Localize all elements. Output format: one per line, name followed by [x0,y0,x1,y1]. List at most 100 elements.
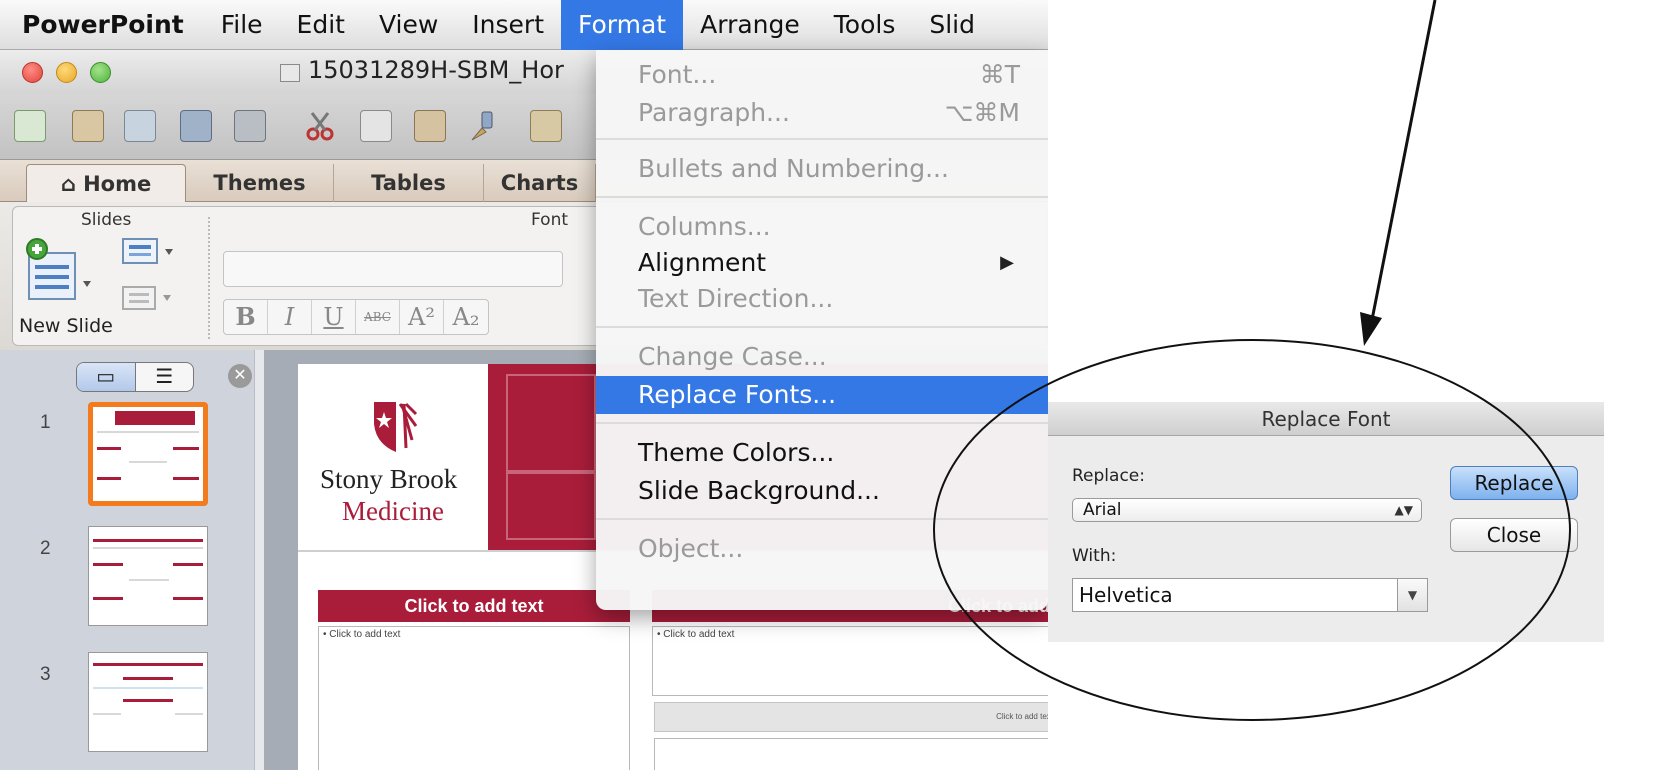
new-slide-icon [26,238,91,300]
tab-tables[interactable]: Tables [334,164,484,202]
slides-view-icon[interactable]: ▭ [77,363,136,391]
italic-button[interactable]: I [268,300,312,334]
subscript-button[interactable]: A₂ [444,300,488,334]
underline-button[interactable]: U [312,300,356,334]
tab-home[interactable]: ⌂ Home [26,164,186,202]
slide-number: 1 [40,412,51,433]
with-label: With: [1072,546,1117,566]
column-header-left[interactable]: Click to add text [318,590,630,622]
slide-thumbnail-1[interactable] [88,402,208,506]
layout-button[interactable] [121,237,179,267]
section-icon [122,286,171,310]
replace-font-dialog: Replace Font Replace: Arial ▲▼ With: Hel… [1048,402,1604,642]
slides-pane: ▭ ☰ ✕ 1 2 3 [0,350,264,770]
open-icon[interactable] [124,110,156,142]
header-placeholder[interactable] [506,374,596,472]
font-name-box[interactable] [223,251,563,287]
close-pane-icon[interactable]: ✕ [228,364,252,388]
menu-slide[interactable]: Slid [912,0,992,50]
new-slide-button[interactable] [23,235,93,309]
copy-icon[interactable] [360,110,392,142]
menu-tools[interactable]: Tools [817,0,913,50]
tab-charts[interactable]: Charts [484,164,596,202]
menu-item-alignment[interactable]: Alignment ▶ [596,244,1048,282]
minimize-window-button[interactable] [56,62,77,83]
cut-icon[interactable] [304,110,336,142]
print-icon[interactable] [234,110,266,142]
shield-logo-icon [374,402,418,452]
menu-item-bullets-numbering[interactable]: Bullets and Numbering... [596,150,1048,188]
bold-button[interactable]: B [224,300,268,334]
menu-item-replace-fonts[interactable]: Replace Fonts... [596,376,1048,414]
new-presentation-icon[interactable] [14,110,46,142]
menu-file[interactable]: File [204,0,280,50]
gallery-icon[interactable] [72,110,104,142]
zoom-window-button[interactable] [90,62,111,83]
chevron-down-icon[interactable]: ▼ [1397,579,1427,611]
shortcut-label: ⌥⌘M [944,98,1020,127]
slide-thumbnail-2[interactable] [88,526,208,626]
undo-icon[interactable] [530,110,562,142]
menu-format[interactable]: Format [561,0,684,50]
format-painter-icon[interactable] [468,110,500,142]
dialog-title: Replace Font [1048,402,1604,436]
logo-area: Stony Brook Medicine [298,364,488,550]
paste-icon[interactable] [414,110,446,142]
home-icon: ⌂ [60,172,84,196]
menu-app-powerpoint[interactable]: PowerPoint [0,0,204,50]
text-placeholder-right[interactable]: • Click to add text [652,626,1048,696]
document-icon [280,64,300,82]
group-label-slides: Slides [81,210,132,230]
menu-item-theme-colors[interactable]: Theme Colors... [596,434,1048,472]
annotation-arrow [1368,0,1437,331]
menu-item-slide-background[interactable]: Slide Background... [596,472,1048,510]
header-placeholder[interactable] [506,472,596,540]
menu-separator [596,196,1048,198]
window-title: 15031289H-SBM_Hor [308,56,564,84]
close-button[interactable]: Close [1450,518,1578,552]
replace-label: Replace: [1072,466,1145,486]
annotation-arrowhead [1360,312,1382,346]
save-icon[interactable] [180,110,212,142]
shortcut-label: ⌘T [979,60,1020,89]
superscript-button[interactable]: A² [400,300,444,334]
menu-bar: PowerPoint File Edit View Insert Format … [0,0,1048,50]
strikethrough-button[interactable]: ABC [356,300,400,334]
replace-font-value: Arial [1083,500,1122,520]
slides-pane-scrollbar[interactable] [254,350,264,770]
select-arrows-icon: ▲▼ [1394,503,1413,517]
menu-item-object[interactable]: Object... [596,530,1048,568]
text-placeholder-bar[interactable]: Click to add text [654,702,1048,732]
menu-separator [596,326,1048,328]
slide-number: 3 [40,664,51,685]
menu-separator [596,138,1048,140]
menu-arrange[interactable]: Arrange [683,0,817,50]
menu-insert[interactable]: Insert [455,0,561,50]
replace-button[interactable]: Replace [1450,466,1578,500]
menu-separator [596,518,1048,520]
menu-item-columns[interactable]: Columns... [596,208,1048,246]
text-placeholder-bottom[interactable] [654,738,1048,770]
menu-view[interactable]: View [362,0,455,50]
format-menu-dropdown: Font... ⌘T Paragraph... ⌥⌘M Bullets and … [596,50,1048,610]
menu-edit[interactable]: Edit [280,0,362,50]
menu-item-change-case[interactable]: Change Case... [596,338,1048,376]
close-window-button[interactable] [22,62,43,83]
menu-item-paragraph[interactable]: Paragraph... ⌥⌘M [596,94,1048,132]
section-button[interactable] [121,283,179,313]
font-format-buttons: B I U ABC A² A₂ [223,299,489,335]
with-font-combobox[interactable]: Helvetica ▼ [1072,578,1428,612]
tab-themes[interactable]: Themes [186,164,334,202]
outline-view-icon[interactable]: ☰ [136,363,194,391]
slide-number: 2 [40,538,51,559]
group-separator [208,217,210,339]
menu-item-font[interactable]: Font... ⌘T [596,56,1048,94]
logo-text-medicine: Medicine [342,496,444,526]
slide-thumbnail-3[interactable] [88,652,208,752]
pane-view-toggle: ▭ ☰ [76,362,194,392]
logo-text-stony-brook: Stony Brook [320,464,458,494]
with-font-value: Helvetica [1079,583,1173,607]
replace-font-select[interactable]: Arial ▲▼ [1072,498,1422,522]
menu-item-text-direction[interactable]: Text Direction... [596,280,1048,318]
text-placeholder-left[interactable]: • Click to add text [318,626,630,770]
